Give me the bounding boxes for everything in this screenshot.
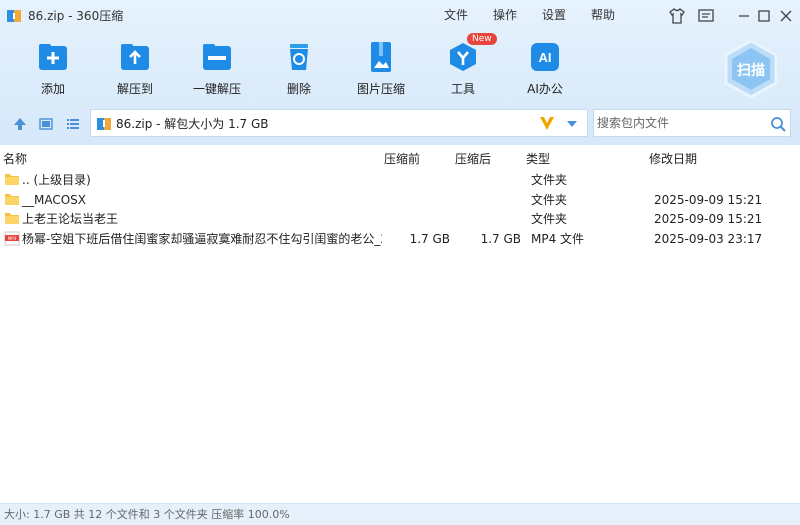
- search-box: [593, 109, 791, 137]
- up-arrow-icon[interactable]: [12, 116, 28, 132]
- search-icon[interactable]: [770, 116, 786, 132]
- ai-office-label: AI办公: [527, 82, 563, 96]
- file-date: 2025-09-03 23:17: [654, 232, 763, 246]
- tools-icon: [450, 43, 476, 71]
- new-badge: New: [467, 33, 497, 45]
- file-compressed-size: 1.7 GB: [480, 232, 521, 246]
- skin-shirt-icon[interactable]: [668, 7, 686, 25]
- ai-icon-text: AI: [539, 50, 552, 65]
- ai-office-button[interactable]: AI AI办公: [510, 40, 580, 100]
- extract-to-icon: [121, 44, 149, 70]
- file-name: __MACOSX: [22, 193, 87, 207]
- menu-help[interactable]: 帮助: [591, 6, 615, 24]
- column-type[interactable]: 类型: [526, 152, 550, 166]
- menu-file[interactable]: 文件: [444, 6, 468, 24]
- status-text: 大小: 1.7 GB 共 12 个文件和 3 个文件夹 压缩率 100.0%: [4, 508, 290, 521]
- file-name: 上老王论坛当老王: [22, 212, 119, 226]
- one-click-extract-button[interactable]: 一键解压: [182, 40, 252, 100]
- folder-icon: [5, 194, 19, 205]
- image-compress-label: 图片压缩: [356, 82, 405, 96]
- chevron-down-icon[interactable]: [566, 119, 578, 129]
- column-name[interactable]: 名称: [3, 152, 27, 166]
- scan-label: 扫描: [737, 63, 765, 79]
- v-logo-icon[interactable]: [539, 115, 555, 131]
- tools-label: 工具: [450, 82, 475, 96]
- close-icon[interactable]: [777, 7, 795, 25]
- file-size: 1.7 GB: [409, 232, 450, 246]
- app-logo-icon: [7, 10, 21, 22]
- menu-settings[interactable]: 设置: [542, 6, 566, 24]
- address-bar[interactable]: 86.zip - 解包大小为 1.7 GB: [90, 109, 588, 137]
- status-bar: 大小: 1.7 GB 共 12 个文件和 3 个文件夹 压缩率 100.0%: [0, 503, 800, 525]
- file-type: 文件夹: [531, 173, 568, 187]
- delete-button[interactable]: 删除: [264, 40, 334, 100]
- folder-icon: [5, 174, 19, 185]
- search-input[interactable]: [594, 110, 764, 136]
- column-size-before[interactable]: 压缩前: [384, 152, 420, 166]
- address-path: 86.zip - 解包大小为 1.7 GB: [116, 117, 269, 131]
- folder-icon: [5, 213, 19, 224]
- one-click-extract-icon: [203, 44, 231, 70]
- video-file-icon: MP4: [4, 231, 20, 246]
- file-row-parent[interactable]: .. (上级目录) 文件夹: [0, 170, 800, 190]
- file-type: 文件夹: [531, 212, 568, 226]
- file-row-video[interactable]: MP4 杨幂-空姐下班后借住闺蜜家却骚逼寂寞难耐忍不住勾引闺蜜的老公_2... …: [0, 229, 800, 249]
- file-date: 2025-09-09 15:21: [654, 193, 763, 207]
- column-size-after[interactable]: 压缩后: [455, 152, 491, 166]
- maximize-icon[interactable]: [755, 7, 773, 25]
- add-icon: [39, 44, 67, 70]
- scan-button[interactable]: 扫描: [720, 38, 782, 100]
- window-title: 86.zip - 360压缩: [28, 9, 124, 23]
- tools-button[interactable]: 工具: [428, 40, 498, 100]
- trash-icon: [290, 44, 308, 70]
- add-label: 添加: [40, 82, 65, 96]
- column-modified[interactable]: 修改日期: [649, 152, 697, 166]
- file-type: MP4 文件: [531, 232, 585, 246]
- file-type: 文件夹: [531, 193, 568, 207]
- extract-to-label: 解压到: [116, 82, 153, 96]
- file-row-folder[interactable]: 上老王论坛当老王 文件夹 2025-09-09 15:21: [0, 209, 800, 229]
- delete-label: 删除: [286, 82, 311, 96]
- file-row-macosx[interactable]: __MACOSX 文件夹 2025-09-09 15:21: [0, 190, 800, 210]
- file-list-header: 名称 压缩前 压缩后 类型 修改日期: [0, 149, 800, 169]
- title-and-toolbar-area: 86.zip - 360压缩 文件 操作 设置 帮助 添加 解压到 一键解压 删…: [0, 0, 800, 145]
- feedback-message-icon[interactable]: [697, 7, 715, 25]
- file-name: 杨幂-空姐下班后借住闺蜜家却骚逼寂寞难耐忍不住勾引闺蜜的老公_2...: [22, 232, 382, 246]
- add-button[interactable]: 添加: [18, 40, 88, 100]
- video-icon-text: MP4: [8, 236, 17, 241]
- menu-operation[interactable]: 操作: [493, 6, 517, 24]
- ai-office-icon: AI: [531, 43, 559, 71]
- minimize-icon[interactable]: [735, 7, 753, 25]
- image-compress-button[interactable]: 图片压缩: [346, 40, 416, 100]
- image-compress-icon: [371, 42, 391, 72]
- file-date: 2025-09-09 15:21: [654, 212, 763, 226]
- one-click-extract-label: 一键解压: [192, 82, 241, 96]
- file-name: .. (上级目录): [22, 173, 91, 187]
- extract-to-button[interactable]: 解压到: [100, 40, 170, 100]
- zip-file-icon: [97, 118, 111, 130]
- thumbnail-view-icon[interactable]: [38, 116, 54, 132]
- list-view-icon[interactable]: [65, 116, 81, 132]
